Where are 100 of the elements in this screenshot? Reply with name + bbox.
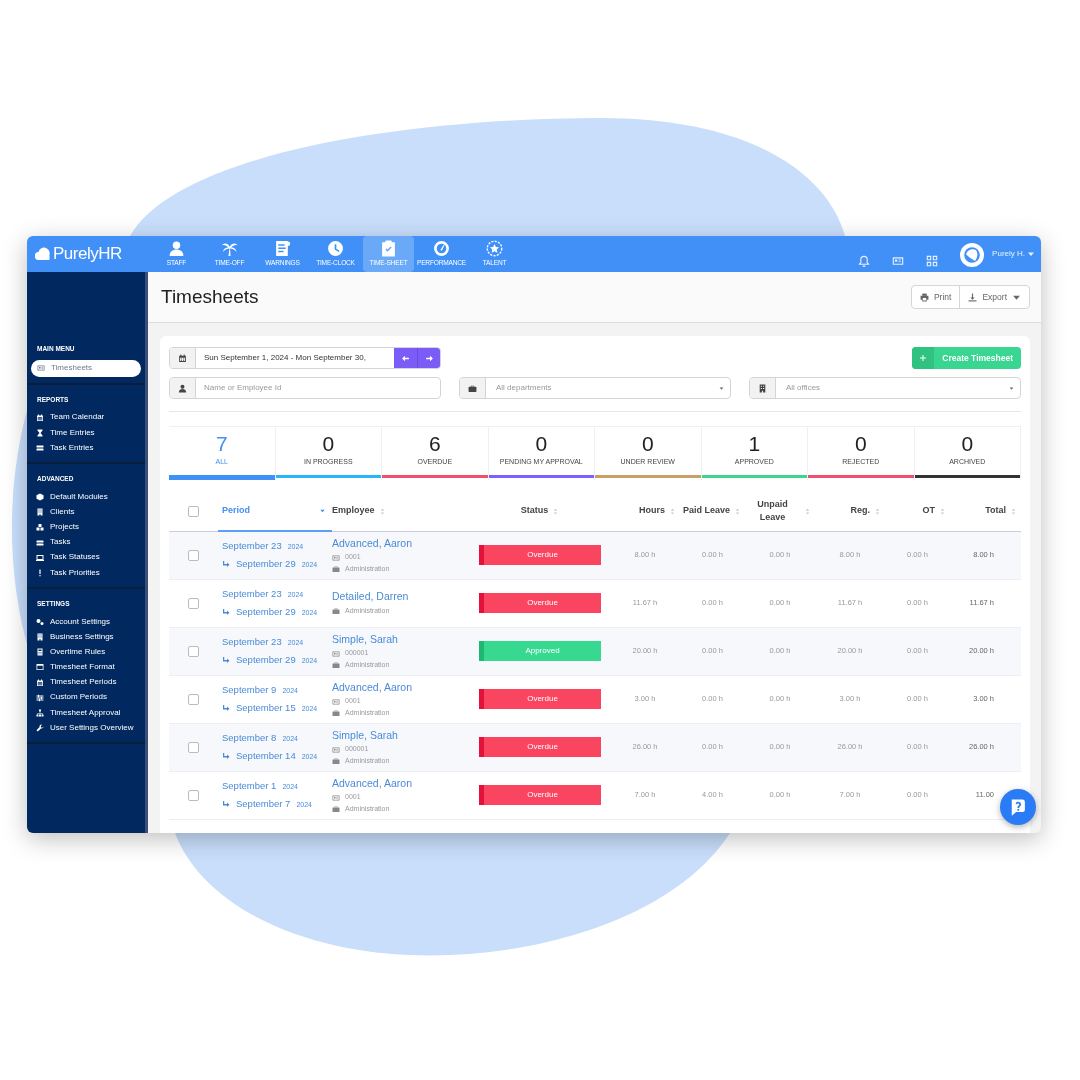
employee-name[interactable]: Simple, Sarah xyxy=(332,727,398,744)
status-badge: Overdue xyxy=(479,785,601,806)
person-icon xyxy=(178,383,187,393)
employee-name[interactable]: Advanced, Aaron xyxy=(332,775,412,792)
turn-arrow-icon xyxy=(222,800,230,809)
row-checkbox[interactable] xyxy=(188,741,199,753)
period-end[interactable]: September 29 xyxy=(236,605,296,620)
sidebar-item[interactable]: Task Entries xyxy=(27,440,145,456)
previous-button[interactable] xyxy=(394,348,417,368)
avatar-icon xyxy=(960,242,985,267)
cube-icon xyxy=(36,493,44,502)
sidebar-item[interactable]: Task Priorities xyxy=(27,565,145,581)
briefcase-icon xyxy=(468,383,477,393)
gauge-icon xyxy=(433,240,450,258)
sidebar-item[interactable]: Overtime Rules xyxy=(27,644,145,660)
date-range-field[interactable]: Sun September 1, 2024 - Mon September 30, xyxy=(169,347,441,369)
turn-arrow-icon xyxy=(222,560,230,569)
caret-icon xyxy=(1027,250,1035,258)
period-end[interactable]: September 29 xyxy=(236,557,296,572)
sidebar-item[interactable]: Projects xyxy=(27,519,145,536)
column-header[interactable]: OT xyxy=(885,491,950,532)
period-start[interactable]: September 1 xyxy=(222,778,277,794)
hourglass-icon xyxy=(36,429,44,438)
sort-icon xyxy=(874,507,881,515)
id-card-icon xyxy=(37,364,45,373)
id-card-icon xyxy=(332,745,340,754)
period-start[interactable]: September 23 xyxy=(222,538,282,554)
column-header[interactable]: Unpaid Leave xyxy=(745,491,815,532)
sidebar-item[interactable]: Clients xyxy=(27,504,145,520)
calendar-icon xyxy=(36,413,44,422)
list-icon xyxy=(36,444,44,453)
sidebar-item[interactable]: Task Statuses xyxy=(27,550,145,566)
employee-name[interactable]: Advanced, Aaron xyxy=(332,679,412,696)
id-card-icon xyxy=(332,649,340,658)
employee-search-field[interactable]: Name or Employee Id xyxy=(169,377,441,399)
row-checkbox[interactable] xyxy=(188,693,199,705)
next-button[interactable] xyxy=(417,348,440,368)
column-header[interactable]: Hours xyxy=(610,491,680,532)
period-end[interactable]: September 15 xyxy=(236,701,296,716)
row-checkbox[interactable] xyxy=(188,549,199,561)
sort-icon xyxy=(669,507,676,515)
grid-icon xyxy=(926,254,939,267)
document-icon xyxy=(274,240,291,258)
period-end[interactable]: September 14 xyxy=(236,749,296,764)
sidebar-item[interactable]: Tasks xyxy=(27,535,145,551)
period-start[interactable]: September 23 xyxy=(222,586,282,602)
period-end[interactable]: September 7 xyxy=(236,797,291,812)
calendar-icon xyxy=(36,678,44,687)
sidebar-item[interactable]: Custom Periods xyxy=(27,690,145,706)
clipboard-check-icon xyxy=(380,240,397,258)
row-checkbox[interactable] xyxy=(188,645,199,657)
column-header[interactable]: Employee xyxy=(332,491,470,532)
briefcase-icon xyxy=(332,607,340,616)
column-header[interactable]: Status xyxy=(470,491,610,532)
download-icon xyxy=(968,292,978,302)
status-badge: Overdue xyxy=(479,593,601,614)
calculator-icon xyxy=(36,648,44,657)
period-start[interactable]: September 9 xyxy=(222,682,277,698)
clock-icon xyxy=(327,240,344,258)
export-button[interactable]: Export xyxy=(959,285,1029,309)
sidebar-item[interactable]: Time Entries xyxy=(27,425,145,441)
column-header[interactable]: Reg. xyxy=(815,491,885,532)
turn-arrow-icon xyxy=(222,608,230,617)
page-title: Timesheets xyxy=(161,285,259,309)
employee-name[interactable]: Advanced, Aaron xyxy=(332,535,412,552)
briefcase-icon xyxy=(332,565,340,574)
column-header[interactable]: Total xyxy=(950,491,1021,532)
employee-name[interactable]: Simple, Sarah xyxy=(332,631,398,648)
period-end[interactable]: September 29 xyxy=(236,653,296,668)
id-card-icon xyxy=(332,697,340,706)
period-start[interactable]: September 8 xyxy=(222,730,277,746)
select-all-checkbox[interactable] xyxy=(188,505,199,517)
sidebar-item[interactable]: Timesheets xyxy=(31,359,141,377)
sitemap-icon xyxy=(36,708,44,717)
laptop-icon xyxy=(36,553,44,562)
sidebar-item[interactable]: Account Settings xyxy=(27,614,145,630)
sidebar-item[interactable]: Default Modules xyxy=(27,489,145,505)
sidebar-item[interactable]: Timesheet Periods xyxy=(27,675,145,691)
sidebar-item[interactable]: Timesheet Format xyxy=(27,659,145,676)
print-button[interactable]: Print xyxy=(911,285,960,309)
sort-icon xyxy=(734,507,741,515)
period-start[interactable]: September 23 xyxy=(222,634,282,650)
sidebar-item[interactable]: Team Calendar xyxy=(27,410,145,426)
row-checkbox[interactable] xyxy=(188,789,199,801)
employee-name[interactable]: Detailed, Darren xyxy=(332,589,409,606)
sidebar-item[interactable]: Timesheet Approval xyxy=(27,705,145,721)
arrow-right-icon xyxy=(424,353,434,363)
column-header[interactable]: Paid Leave xyxy=(680,491,745,532)
id-card-icon xyxy=(332,553,340,562)
person-icon xyxy=(168,240,185,258)
building-icon xyxy=(36,633,44,642)
sort-icon xyxy=(1010,507,1017,515)
search-input[interactable]: Name or Employee Id xyxy=(196,378,440,398)
printer-icon xyxy=(919,292,929,302)
list-icon xyxy=(36,538,44,547)
sort-icon xyxy=(378,507,386,515)
sidebar-item[interactable]: User Settings Overview xyxy=(27,720,145,736)
row-checkbox[interactable] xyxy=(188,597,199,609)
sidebar-item[interactable]: Business Settings xyxy=(27,629,145,645)
arrow-left-icon xyxy=(401,353,410,363)
